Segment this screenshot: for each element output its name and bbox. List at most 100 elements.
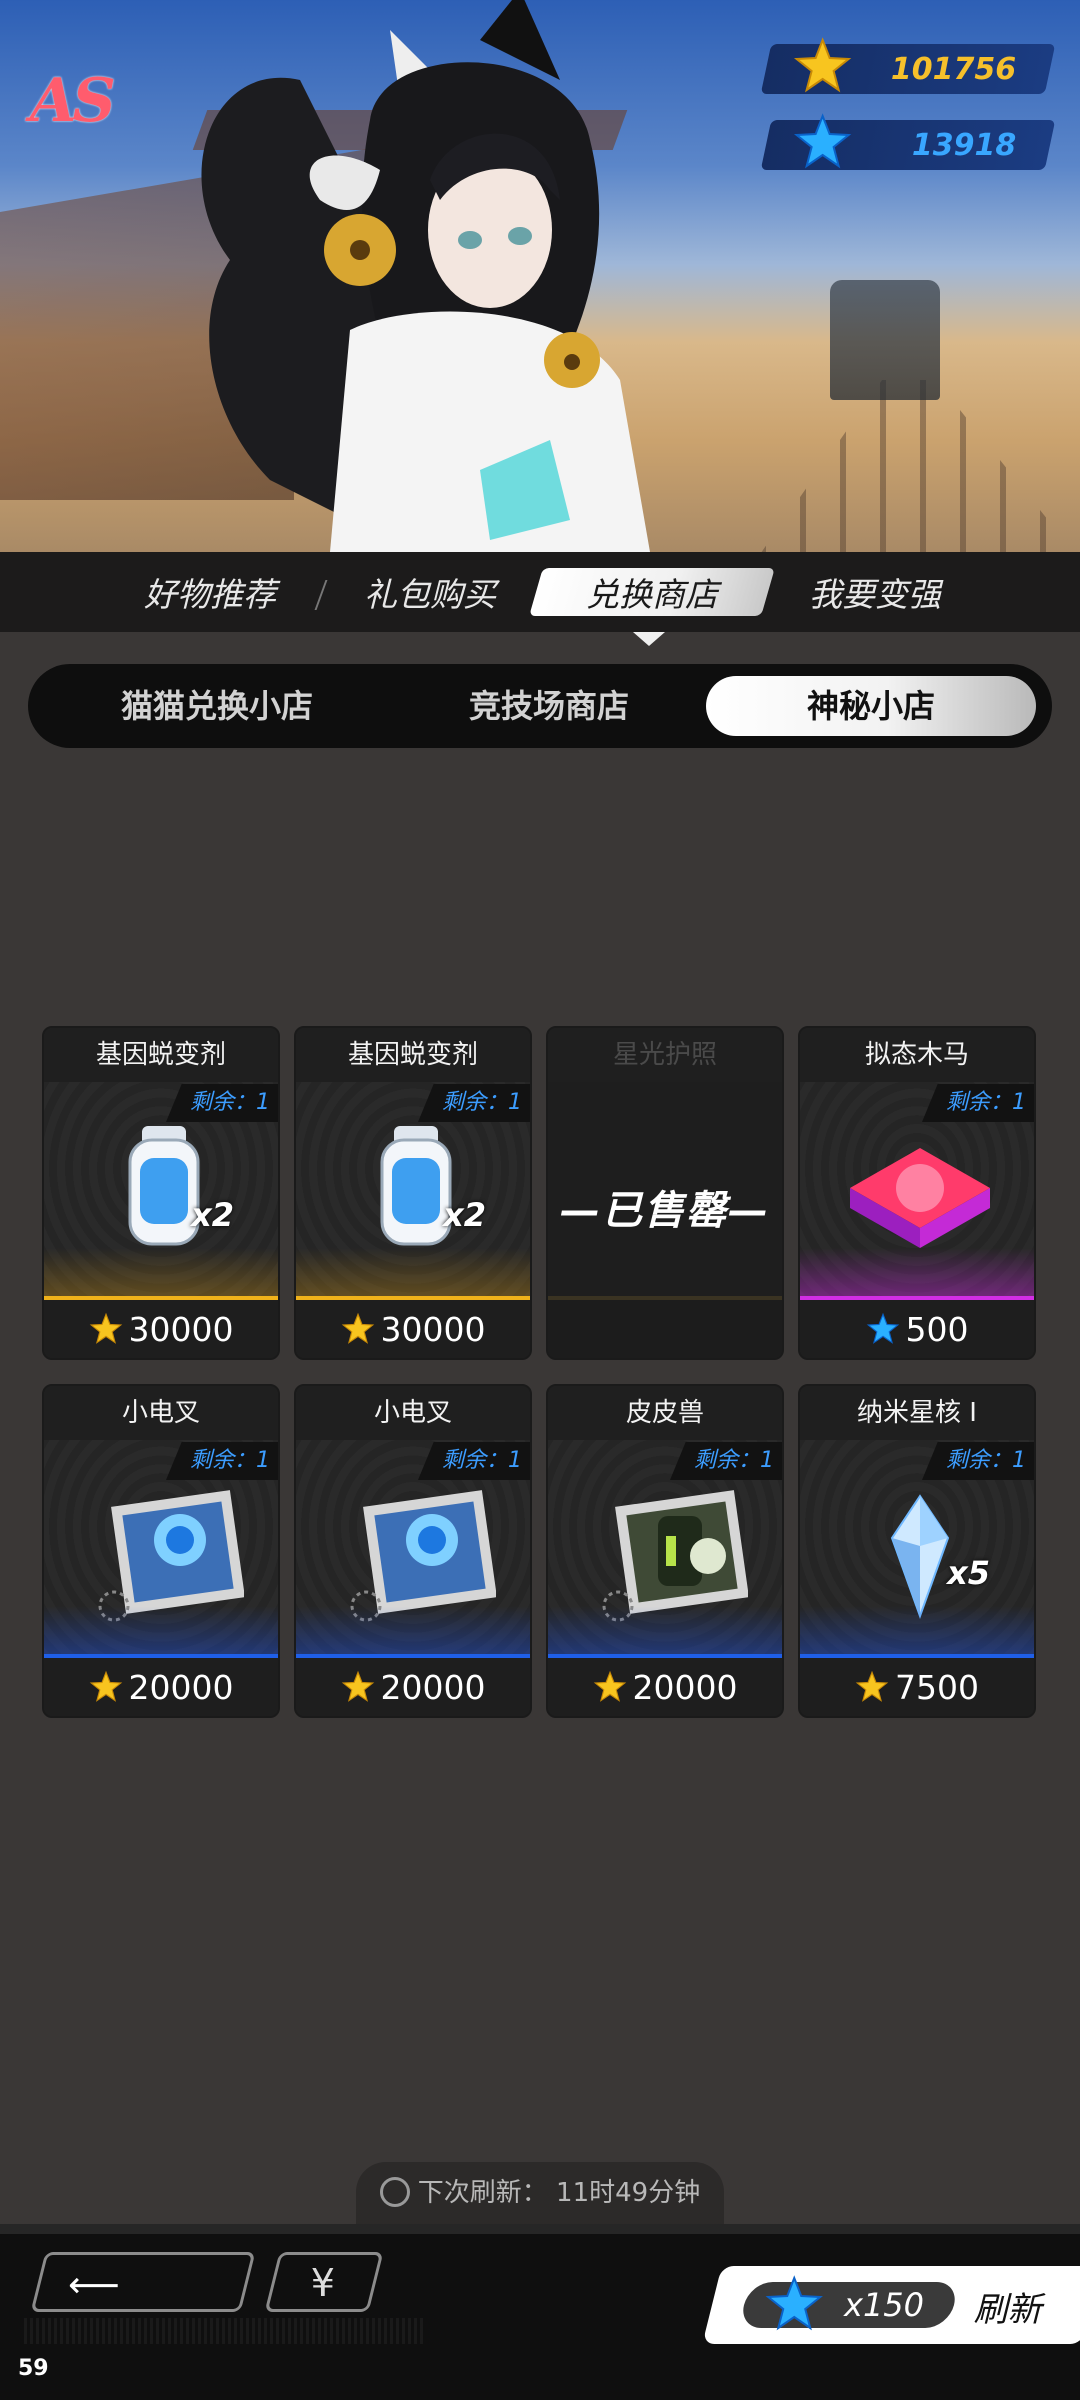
back-button[interactable]: ⟵ [30,2252,256,2312]
shop-item-card[interactable]: 基因蜕变剂 剩余：1 x2 30000 [294,1026,532,1360]
refresh-cost-pill: x150 [738,2275,960,2331]
refresh-timer-label: 下次刷新： [417,2178,548,2208]
item-quantity: x5 [947,1554,990,1592]
blue-currency-value: 13918 [911,128,1016,163]
robot-card-icon [98,1490,244,1622]
shop-item-card[interactable]: 小电叉 剩余：1 20000 [294,1384,532,1718]
shop-item-card[interactable]: 拟态木马 剩余：1 500 [798,1026,1036,1360]
train-image [830,280,940,400]
item-remaining: 剩余：1 [922,1084,1034,1122]
item-remaining: 剩余：1 [166,1442,278,1480]
subtab-mystery-shop[interactable]: 神秘小店 [706,676,1036,736]
shop-item-card[interactable]: 纳米星核 I 剩余：1 x5 7500 [798,1384,1036,1718]
item-quantity: x2 [191,1196,234,1234]
tab-recommended[interactable]: 好物推荐 [130,568,290,616]
refresh-cost: x150 [844,2286,925,2324]
refresh-timer-value: 11时49分钟 [556,2178,701,2208]
gold-star-icon [341,1670,374,1702]
item-price: 500 [800,1300,1034,1358]
item-price: 30000 [44,1300,278,1358]
item-price-value: 30000 [380,1310,486,1349]
cat-girl-character [201,0,650,552]
shop-item-card[interactable]: 小电叉 剩余：1 20000 [42,1384,280,1718]
clock-icon [379,2177,410,2207]
sold-out-stamp: —已售罄— [560,1188,770,1234]
item-remaining: 剩余：1 [418,1442,530,1480]
tab-get-stronger[interactable]: 我要变强 [795,568,955,616]
serum-bottle-icon [380,1126,452,1246]
item-price: 20000 [548,1658,782,1716]
active-tab-caret-icon [633,632,665,646]
rarity-glow [800,1248,1034,1298]
sub-tab-bar: 猫猫兑换小店 竞技场商店 神秘小店 [28,664,1052,748]
blue-star-icon [793,113,852,169]
item-price-value: 30000 [128,1310,234,1349]
item-name: 基因蜕变剂 [44,1028,278,1082]
divider [0,2224,1080,2234]
crystal-icon [890,1494,950,1619]
rarity-glow [800,1606,1034,1656]
item-name: 小电叉 [296,1386,530,1440]
gold-star-icon [593,1670,626,1702]
item-remaining: 剩余：1 [922,1442,1034,1480]
gold-star-icon [855,1670,889,1702]
item-name: 纳米星核 I [800,1386,1034,1440]
rarity-glow [548,1606,782,1656]
item-price: 20000 [296,1658,530,1716]
tab-divider [314,580,328,610]
blue-star-icon [765,2275,823,2331]
item-price-empty [548,1300,782,1358]
item-name: 拟态木马 [800,1028,1034,1082]
item-price-value: 20000 [632,1668,738,1707]
blue-star-icon [866,1312,899,1344]
item-name: 星光护照 [548,1028,782,1082]
gold-currency-value: 101756 [890,52,1016,87]
gold-star-icon [793,37,852,93]
item-name: 小电叉 [44,1386,278,1440]
item-price-value: 20000 [380,1668,486,1707]
hero-banner: AS 101756 13918 [0,0,1080,552]
mimic-trojan-icon [850,1148,990,1248]
recharge-button[interactable]: ¥ [264,2252,384,2312]
bottom-bar: ⟵ ¥ x150 刷新 [0,2224,1080,2400]
gold-star-icon [341,1312,374,1344]
rarity-glow [296,1606,530,1656]
item-name: 基因蜕变剂 [296,1028,530,1082]
refresh-button[interactable]: x150 刷新 [702,2266,1080,2344]
rarity-glow [44,1248,278,1298]
refresh-label: 刷新 [973,2290,1042,2330]
railway-track [756,380,1080,552]
shop-item-card[interactable]: 基因蜕变剂 剩余：1 x2 30000 [42,1026,280,1360]
yen-icon: ¥ [310,2261,335,2305]
item-price-value: 7500 [895,1668,979,1707]
item-price: 7500 [800,1658,1034,1716]
gold-currency-display[interactable]: 101756 [760,37,1056,94]
serum-bottle-icon [128,1126,200,1246]
shop-item-card[interactable]: 皮皮兽 剩余：1 20000 [546,1384,784,1718]
item-price-value: 20000 [128,1668,234,1707]
refresh-timer: 下次刷新： 11时49分钟 [356,2162,724,2224]
subtab-cat-exchange-shop[interactable]: 猫猫兑换小店 [52,676,382,736]
subtab-arena-shop[interactable]: 竞技场商店 [384,676,714,736]
tab-gift-packs[interactable]: 礼包购买 [350,568,510,616]
item-price: 20000 [44,1658,278,1716]
rarity-glow [296,1248,530,1298]
game-logo: AS [30,66,116,136]
item-price-value: 500 [905,1310,969,1349]
item-quantity: x2 [443,1196,486,1234]
tab-exchange-shop[interactable]: 兑换商店 [529,568,775,616]
item-remaining: 剩余：1 [166,1084,278,1122]
fps-counter: 59 [18,2356,49,2381]
item-remaining: 剩余：1 [670,1442,782,1480]
beast-card-icon [602,1490,748,1622]
gold-star-icon [89,1312,122,1344]
item-remaining: 剩余：1 [418,1084,530,1122]
blue-currency-display[interactable]: 13918 [760,113,1056,170]
item-price: 30000 [296,1300,530,1358]
robot-card-icon [350,1490,496,1622]
decorative-noise [24,2318,424,2344]
gold-star-icon [89,1670,122,1702]
item-name: 皮皮兽 [548,1386,782,1440]
main-tab-bar: 好物推荐 礼包购买 兑换商店 我要变强 [0,552,1080,632]
back-arrow-icon: ⟵ [68,2265,120,2306]
